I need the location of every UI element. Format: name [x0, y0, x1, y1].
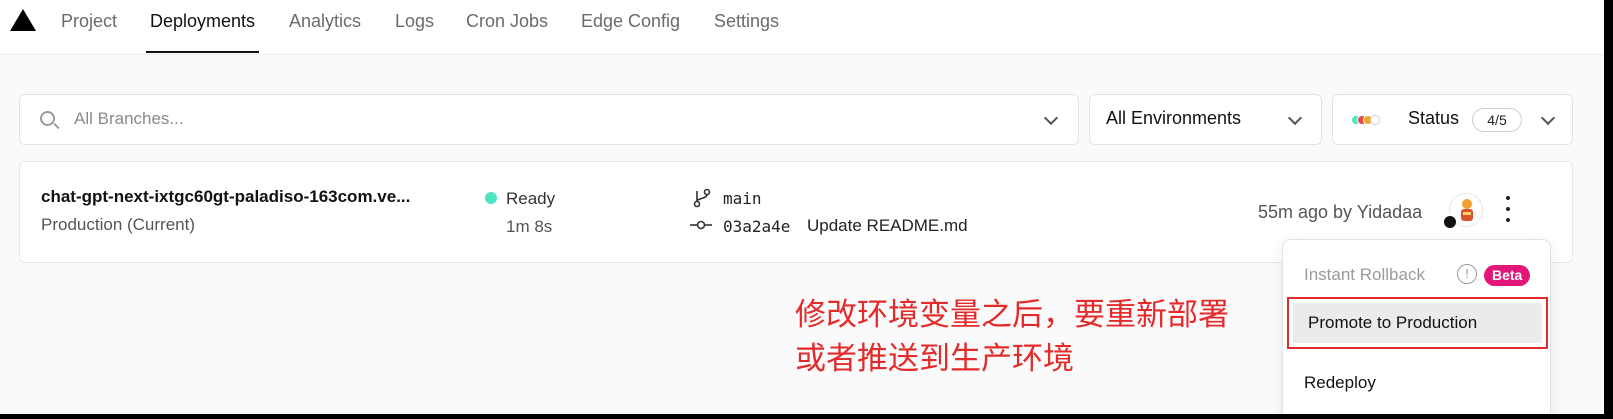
chevron-down-icon — [1043, 110, 1059, 126]
tab-deployments[interactable]: Deployments — [145, 0, 260, 53]
tab-settings[interactable]: Settings — [714, 0, 779, 53]
commit-hash[interactable]: 03a2a4e — [723, 217, 790, 236]
git-branch-icon — [693, 188, 711, 208]
branch-search-placeholder: All Branches... — [74, 109, 184, 128]
deployment-actions-menu: Instant Rollback ! Beta Promote to Produ… — [1282, 239, 1551, 414]
more-options-icon[interactable] — [1498, 194, 1518, 224]
tab-cron-jobs[interactable]: Cron Jobs — [466, 0, 548, 53]
status-colors-icon — [1351, 115, 1391, 125]
branch-search-input[interactable]: All Branches... — [19, 94, 1079, 145]
chevron-down-icon — [1540, 110, 1556, 126]
tab-project[interactable]: Project — [61, 0, 117, 53]
deployment-time-author: 55m ago by Yidadaa — [1258, 202, 1423, 222]
annotation-line-2: 或者推送到生产环境 — [795, 341, 1074, 377]
annotation-text: 修改环境变量之后，要重新部署 或者推送到生产环境 — [795, 293, 1229, 381]
menu-item-instant-rollback: Instant Rollback — [1304, 265, 1425, 284]
tab-edge-config[interactable]: Edge Config — [581, 0, 680, 53]
status-filter-label: Status — [1408, 108, 1460, 128]
menu-item-promote-to-production[interactable]: Promote to Production — [1293, 303, 1542, 343]
github-icon — [1442, 214, 1458, 230]
search-icon — [40, 111, 55, 126]
tab-logs[interactable]: Logs — [395, 0, 434, 53]
highlight-box: Promote to Production — [1287, 297, 1548, 349]
environment-select-value: All Environments — [1106, 108, 1242, 128]
annotation-line-1: 修改环境变量之后，要重新部署 — [795, 297, 1229, 333]
top-nav: Project Deployments Analytics Logs Cron … — [0, 0, 1604, 55]
environment-select[interactable]: All Environments — [1089, 94, 1322, 145]
beta-badge: Beta — [1484, 265, 1531, 286]
deployment-name[interactable]: chat-gpt-next-ixtgc60gt-paladiso-163com.… — [41, 187, 410, 207]
git-commit-icon — [690, 220, 712, 230]
deployment-environment: Production (Current) — [41, 215, 196, 234]
vercel-logo-icon[interactable] — [10, 9, 36, 31]
status-count-badge: 4/5 — [1472, 108, 1522, 132]
deployment-status: Ready — [506, 189, 556, 208]
info-icon[interactable]: ! — [1457, 264, 1477, 284]
menu-item-redeploy[interactable]: Redeploy — [1304, 373, 1376, 393]
branch-name[interactable]: main — [723, 189, 762, 208]
commit-message: Update README.md — [807, 216, 968, 235]
status-dot-icon — [485, 192, 497, 204]
tab-analytics[interactable]: Analytics — [289, 0, 361, 53]
deployment-duration: 1m 8s — [506, 217, 553, 236]
app-frame: Project Deployments Analytics Logs Cron … — [0, 0, 1604, 414]
status-filter[interactable]: Status 4/5 — [1332, 94, 1573, 145]
chevron-down-icon — [1287, 110, 1303, 126]
